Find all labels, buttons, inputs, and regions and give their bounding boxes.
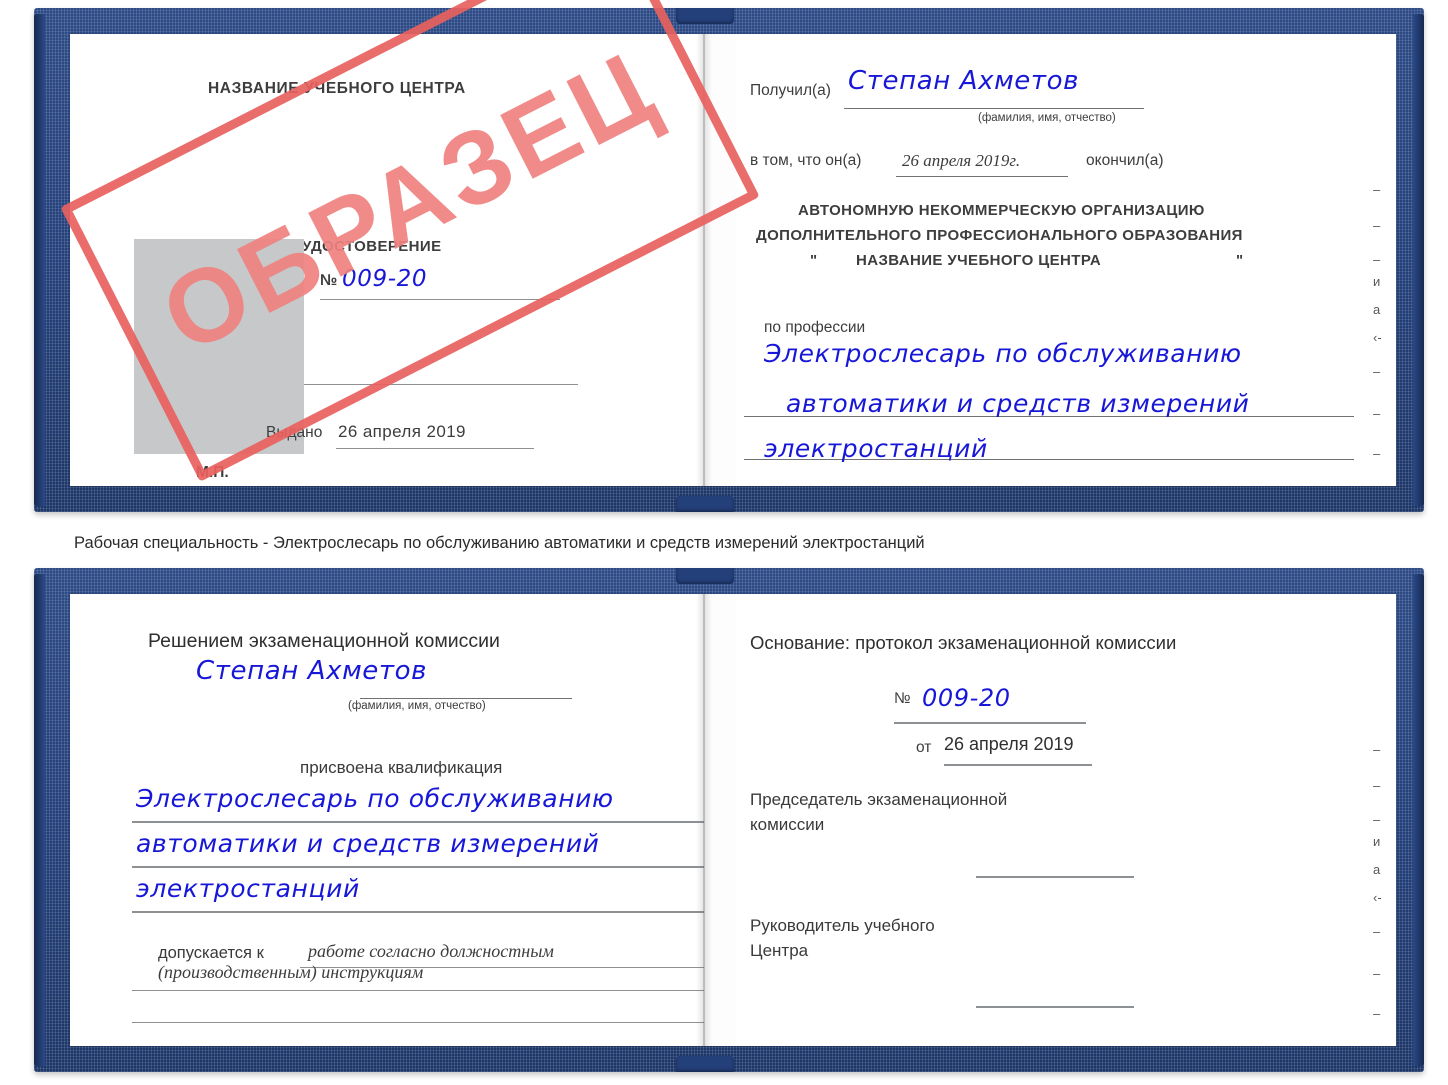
finished-label: окончил(а) xyxy=(1086,152,1164,169)
issued-value: 26 апреля 2019 xyxy=(338,422,466,441)
edge-fragment: – xyxy=(1373,364,1381,379)
qual-rule-2 xyxy=(132,866,704,868)
bottom-spine-clip-upper xyxy=(676,568,734,584)
allowed-label: допускается к xyxy=(158,944,264,962)
org-line1: АВТОНОМНУЮ НЕКОММЕРЧЕСКУЮ ОРГАНИЗАЦИЮ xyxy=(798,202,1205,219)
cover-right-edge-bottom xyxy=(1413,574,1424,1066)
top-right-page: Получил(а) Степан Ахметов (фамилия, имя,… xyxy=(736,34,1396,486)
certificate-top: НАЗВАНИЕ УЧЕБНОГО ЦЕНТРА УДОСТОВЕРЕНИЕ №… xyxy=(34,0,1424,512)
received-hint: (фамилия, имя, отчество) xyxy=(978,112,1116,124)
profession-line3: электростанций xyxy=(764,434,988,463)
qualification-line2: автоматики и средств измерений xyxy=(136,829,600,858)
org-quote-close: " xyxy=(1236,252,1244,269)
received-label: Получил(а) xyxy=(750,82,831,99)
cover-right-edge xyxy=(1413,14,1424,506)
qualification-line1: Электрослесарь по обслуживанию xyxy=(136,784,614,813)
qual-rule-1 xyxy=(132,821,704,823)
bottom-left-page: Решением экзаменационной комиссии Степан… xyxy=(70,594,704,1046)
edge-fragment: – xyxy=(1373,406,1381,421)
certificate-bottom: Решением экзаменационной комиссии Степан… xyxy=(34,568,1424,1072)
protocol-date-rule xyxy=(944,764,1092,766)
qualification-line3: электростанций xyxy=(136,874,360,903)
edge-fragment: ‹- xyxy=(1373,330,1382,345)
number-value-top: 009-20 xyxy=(342,266,428,292)
protocol-date-label: от xyxy=(916,739,932,756)
that-he-label: в том, что он(а) xyxy=(750,152,862,169)
issued-rule xyxy=(336,448,534,449)
top-spine-clip-lower xyxy=(676,496,734,512)
allowed-value-line1: работе согласно должностным xyxy=(308,941,554,961)
org-title-left: НАЗВАНИЕ УЧЕБНОГО ЦЕНТРА xyxy=(208,80,466,97)
profession-line1: Электрослесарь по обслуживанию xyxy=(764,339,1242,368)
edge-fragment: – xyxy=(1373,742,1381,757)
allowed-rule-3 xyxy=(132,1022,704,1023)
seal-label: М.П. xyxy=(196,464,229,481)
number-rule-top xyxy=(320,299,560,300)
photo-placeholder xyxy=(134,239,304,454)
certificate-bottom-pages: Решением экзаменационной комиссии Степан… xyxy=(70,568,1396,1072)
chairman-line1: Председатель экзаменационной xyxy=(750,790,1008,809)
certificate-top-pages: НАЗВАНИЕ УЧЕБНОГО ЦЕНТРА УДОСТОВЕРЕНИЕ №… xyxy=(70,8,1396,512)
head-signature-rule xyxy=(976,1006,1134,1008)
basis-label: Основание: протокол экзаменационной коми… xyxy=(750,632,1177,653)
profession-line2: автоматики и средств измерений xyxy=(786,389,1250,418)
org-quote-open: " xyxy=(810,252,818,269)
edge-fragment: – xyxy=(1373,966,1381,981)
top-spine xyxy=(696,34,712,486)
edge-fragment: а xyxy=(1373,862,1381,877)
edge-fragment: ‹- xyxy=(1373,890,1382,905)
allowed-value-line2: (производственным) инструкциям xyxy=(158,962,424,982)
qualification-label: присвоена квалификация xyxy=(300,758,503,777)
edge-fragment: – xyxy=(1373,1006,1381,1021)
profession-label: по профессии xyxy=(764,319,866,336)
protocol-number-value: 009-20 xyxy=(922,684,1011,712)
decision-name-rule xyxy=(360,698,572,699)
edge-fragment: – xyxy=(1373,778,1381,793)
issued-label: Выдано xyxy=(266,424,323,441)
top-spine-clip-upper xyxy=(676,8,734,24)
protocol-number-rule xyxy=(894,722,1086,724)
chairman-line2: комиссии xyxy=(750,815,825,834)
bottom-spine-clip-lower xyxy=(676,1056,734,1072)
edge-fragment: и xyxy=(1373,834,1381,849)
cover-left-edge xyxy=(34,14,45,506)
qual-rule-3 xyxy=(132,911,704,913)
page-caption: Рабочая специальность - Электрослесарь п… xyxy=(74,534,925,552)
blank-rule-top xyxy=(288,384,578,385)
decision-name-hint: (фамилия, имя, отчество) xyxy=(348,700,486,712)
edge-fragment: – xyxy=(1373,218,1381,233)
number-label-top: № xyxy=(320,272,338,289)
decision-title: Решением экзаменационной комиссии xyxy=(148,630,500,652)
protocol-number-label: № xyxy=(894,690,911,707)
that-he-value: 26 апреля 2019г. xyxy=(902,151,1021,170)
edge-fragment: – xyxy=(1373,924,1381,939)
received-value: Степан Ахметов xyxy=(848,66,1080,96)
protocol-date-value: 26 апреля 2019 xyxy=(944,734,1074,754)
top-left-page: НАЗВАНИЕ УЧЕБНОГО ЦЕНТРА УДОСТОВЕРЕНИЕ №… xyxy=(70,34,704,486)
decision-name-value: Степан Ахметов xyxy=(196,656,428,686)
head-line1: Руководитель учебного xyxy=(750,916,935,935)
edge-fragment: – xyxy=(1373,446,1381,461)
that-he-rule xyxy=(896,176,1068,177)
received-rule xyxy=(844,108,1144,109)
cover-left-edge-bottom xyxy=(34,574,45,1066)
doc-type-label: УДОСТОВЕРЕНИЕ xyxy=(302,238,442,255)
edge-fragment: – xyxy=(1373,252,1381,267)
head-line2: Центра xyxy=(750,941,809,960)
org-line3: НАЗВАНИЕ УЧЕБНОГО ЦЕНТРА xyxy=(856,252,1102,269)
org-line2: ДОПОЛНИТЕЛЬНОГО ПРОФЕССИОНАЛЬНОГО ОБРАЗО… xyxy=(756,227,1243,244)
bottom-right-page: Основание: протокол экзаменационной коми… xyxy=(736,594,1396,1046)
edge-fragment: а xyxy=(1373,302,1381,317)
edge-fragment: – xyxy=(1373,182,1381,197)
bottom-spine xyxy=(696,594,712,1046)
allowed-rule-2 xyxy=(132,990,704,991)
edge-fragment: – xyxy=(1373,812,1381,827)
edge-fragment: и xyxy=(1373,274,1381,289)
chairman-signature-rule xyxy=(976,876,1134,878)
